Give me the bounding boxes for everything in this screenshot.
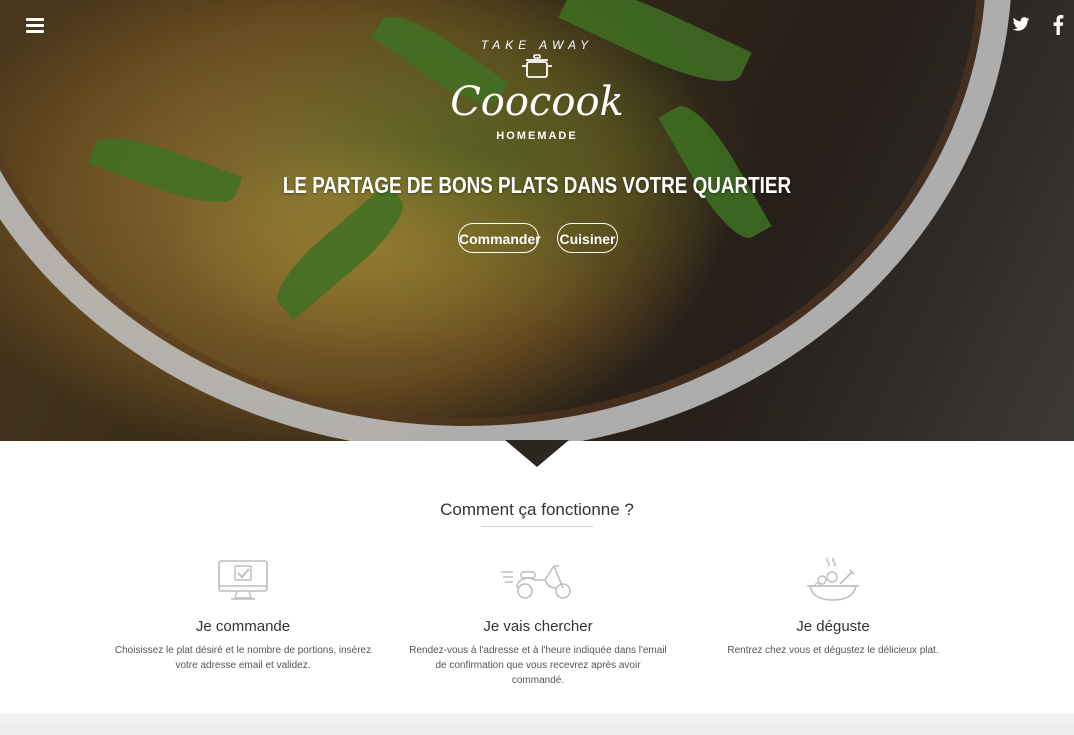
- hamburger-icon: [26, 30, 44, 33]
- cook-button[interactable]: Cuisiner: [557, 223, 618, 253]
- facebook-icon: [1053, 15, 1064, 35]
- step-order: Je commande Choisissez le plat désiré et…: [113, 556, 373, 673]
- hero-banner: TAKE AWAY Coocook HOMEMADE LE PARTAGE DE…: [0, 0, 1074, 441]
- step-title: Je déguste: [796, 618, 870, 635]
- section-title-underline: [481, 526, 593, 527]
- step-pickup: Je vais chercher Rendez-vous à l'adresse…: [408, 556, 668, 688]
- section-title: Comment ça fonctionne ?: [440, 500, 634, 519]
- twitter-link[interactable]: [1012, 15, 1030, 38]
- step-enjoy: Je déguste Rentrez chez vous et dégustez…: [703, 556, 963, 658]
- hamburger-icon: [26, 18, 44, 21]
- computer-check-icon: [113, 556, 373, 604]
- twitter-icon: [1012, 17, 1030, 31]
- section-divider-arrow: [505, 440, 569, 467]
- facebook-link[interactable]: [1052, 15, 1064, 40]
- step-description: Rendez-vous à l'adresse et à l'heure ind…: [409, 645, 667, 686]
- hero-tagline: LE PARTAGE DE BONS PLATS DANS VOTRE QUAR…: [282, 172, 792, 198]
- step-description: Choisissez le plat désiré et le nombre d…: [114, 645, 372, 671]
- step-description: Rentrez chez vous et dégustez le délicie…: [727, 645, 939, 656]
- menu-button[interactable]: [26, 18, 46, 34]
- step-title: Je commande: [195, 618, 291, 635]
- step-title: Je vais chercher: [483, 618, 593, 635]
- scooter-icon: [408, 556, 668, 604]
- order-button[interactable]: Commander: [458, 223, 541, 253]
- next-section-edge: [0, 713, 1074, 735]
- brand-logo: TAKE AWAY Coocook HOMEMADE: [0, 38, 1074, 142]
- dish-icon: [703, 556, 963, 604]
- logo-homemade: HOMEMADE: [496, 130, 578, 142]
- logo-takeaway: TAKE AWAY: [480, 38, 594, 52]
- logo-brand-name: Coocook: [450, 79, 624, 125]
- cooking-pot-icon: [522, 54, 552, 78]
- hamburger-icon: [26, 24, 44, 27]
